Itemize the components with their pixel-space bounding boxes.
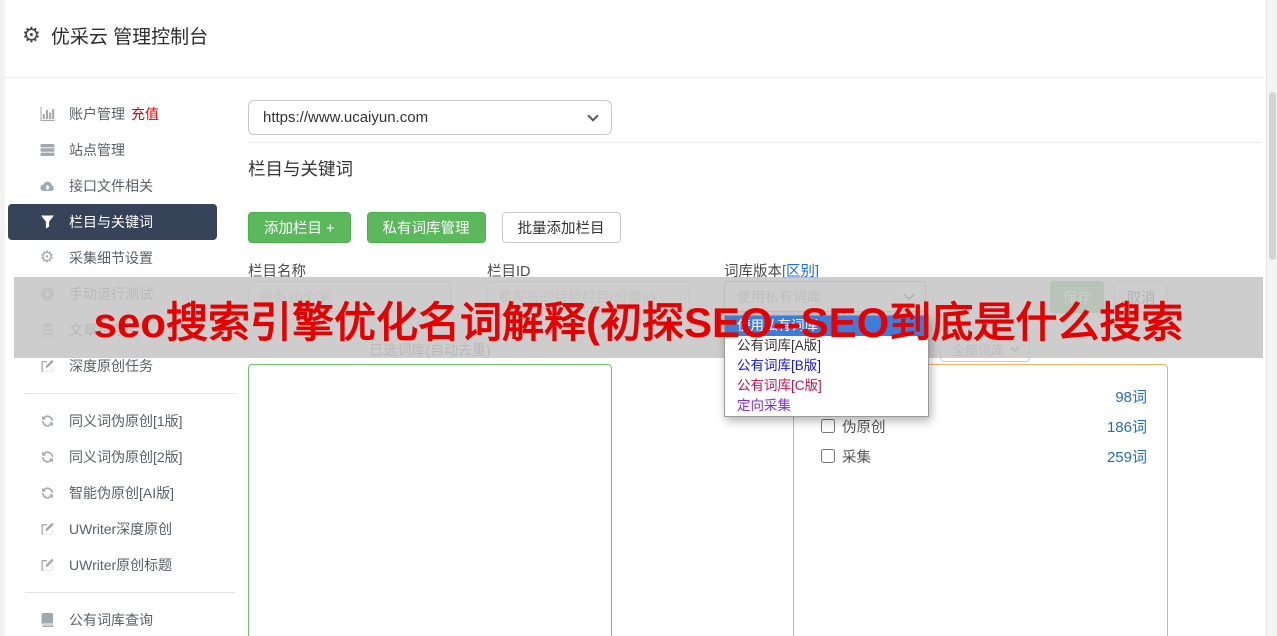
sidebar-item-uwriter-title[interactable]: UWriter原创标题 xyxy=(5,547,245,583)
selected-lexicon-panel xyxy=(248,364,612,636)
lexicon-row-label: 采集 xyxy=(842,449,871,466)
sidebar-item-label: 智能伪原创[AI版] xyxy=(69,485,175,501)
sidebar-item-synonym-v2[interactable]: 同义词伪原创[2版] xyxy=(5,439,245,475)
refresh-icon xyxy=(38,413,56,430)
sidebar-item-label: 账户管理 xyxy=(69,106,125,122)
page-title: 栏目与关键词 xyxy=(248,159,353,179)
lexicon-version-dropdown: 使用私有词库 公有词库[A版] 公有词库[B版] 公有词库[C版] 定向采集 xyxy=(724,315,929,417)
sidebar-divider xyxy=(25,592,235,593)
lexicon-row-checkbox[interactable] xyxy=(821,449,835,463)
app-title: 优采云 管理控制台 xyxy=(50,27,209,48)
sidebar-item-label: 采集细节设置 xyxy=(69,250,153,266)
sidebar-item-columns-keywords[interactable]: 栏目与关键词 xyxy=(8,204,217,240)
sidebar-item-synonym-v1[interactable]: 同义词伪原创[1版] xyxy=(5,403,245,439)
sidebar-item-public-lexicon-query[interactable]: 公有词库查询 xyxy=(5,602,245,636)
recharge-link[interactable]: 充值 xyxy=(131,104,159,124)
gear-icon: ⚙ xyxy=(22,24,41,47)
app-header: ⚙ 优采云 管理控制台 xyxy=(5,0,1266,78)
bar-chart-icon xyxy=(38,106,56,123)
sidebar-item-label: 站点管理 xyxy=(69,142,125,158)
refresh-icon xyxy=(38,449,56,466)
batch-add-button[interactable]: 批量添加栏目 xyxy=(501,212,621,243)
dropdown-option-public-b[interactable]: 公有词库[B版] xyxy=(725,356,928,376)
book-icon xyxy=(38,612,56,629)
cloud-upload-icon xyxy=(38,178,56,195)
sidebar-divider xyxy=(25,393,235,394)
sidebar-item-label: UWriter深度原创 xyxy=(69,521,173,537)
lexicon-row-checkbox[interactable] xyxy=(821,419,835,433)
sidebar-item-label: 接口文件相关 xyxy=(69,178,153,194)
chevron-down-icon xyxy=(587,109,599,122)
lexicon-row-count: 98词 xyxy=(1115,388,1147,406)
sidebar-item-account[interactable]: 账户管理 充值 xyxy=(5,96,245,132)
overlay-banner xyxy=(14,277,1263,358)
funnel-icon xyxy=(38,214,56,231)
dropdown-option-public-c[interactable]: 公有词库[C版] xyxy=(725,376,928,396)
site-url-select[interactable]: https://www.ucaiyun.com xyxy=(248,100,612,135)
sidebar-item-smart-ai[interactable]: 智能伪原创[AI版] xyxy=(5,475,245,511)
edit-icon xyxy=(38,521,56,538)
server-icon xyxy=(38,142,56,159)
lexicon-row: 采集 259词 xyxy=(794,441,1167,471)
gears-icon: ⚙ xyxy=(39,249,55,266)
lexicon-row-count: 186词 xyxy=(1106,418,1147,436)
app-window: ⚙ 优采云 管理控制台 账户管理 充值 站点管理 接口文件相关 栏目与关键词 ⚙… xyxy=(0,0,1277,636)
lexicon-row-count: 259词 xyxy=(1106,448,1147,466)
sidebar-item-label: 同义词伪原创[2版] xyxy=(69,449,183,465)
sidebar-item-collect-settings[interactable]: ⚙ 采集细节设置 xyxy=(5,240,245,276)
dropdown-option-private[interactable]: 使用私有词库 xyxy=(725,316,928,336)
site-url-value: https://www.ucaiyun.com xyxy=(263,109,429,126)
add-column-button[interactable]: 添加栏目 + xyxy=(248,212,351,243)
brand: ⚙ 优采云 管理控制台 xyxy=(22,22,208,49)
dropdown-option-directed-collect[interactable]: 定向采集 xyxy=(725,396,928,416)
scrollbar-thumb[interactable] xyxy=(1269,92,1276,260)
refresh-icon xyxy=(38,485,56,502)
edit-icon xyxy=(38,557,56,574)
lexicon-row-label: 伪原创 xyxy=(842,419,886,436)
sidebar-item-label: 公有词库查询 xyxy=(69,612,153,628)
edit-icon xyxy=(38,358,56,375)
sidebar-item-label: 深度原创任务 xyxy=(69,358,153,374)
sidebar-item-label: UWriter原创标题 xyxy=(69,557,173,573)
scrollbar-track[interactable] xyxy=(1266,0,1277,636)
sidebar-item-sites[interactable]: 站点管理 xyxy=(5,132,245,168)
toolbar: 添加栏目 + 私有词库管理 批量添加栏目 xyxy=(248,212,621,243)
sidebar-item-label: 栏目与关键词 xyxy=(69,214,153,230)
sidebar-item-interface-files[interactable]: 接口文件相关 xyxy=(5,168,245,204)
sidebar-item-label: 同义词伪原创[1版] xyxy=(69,413,183,429)
dropdown-option-public-a[interactable]: 公有词库[A版] xyxy=(725,336,928,356)
sidebar-item-uwriter-deep[interactable]: UWriter深度原创 xyxy=(5,511,245,547)
private-lexicon-button[interactable]: 私有词库管理 xyxy=(366,212,486,243)
divider xyxy=(248,142,1262,143)
